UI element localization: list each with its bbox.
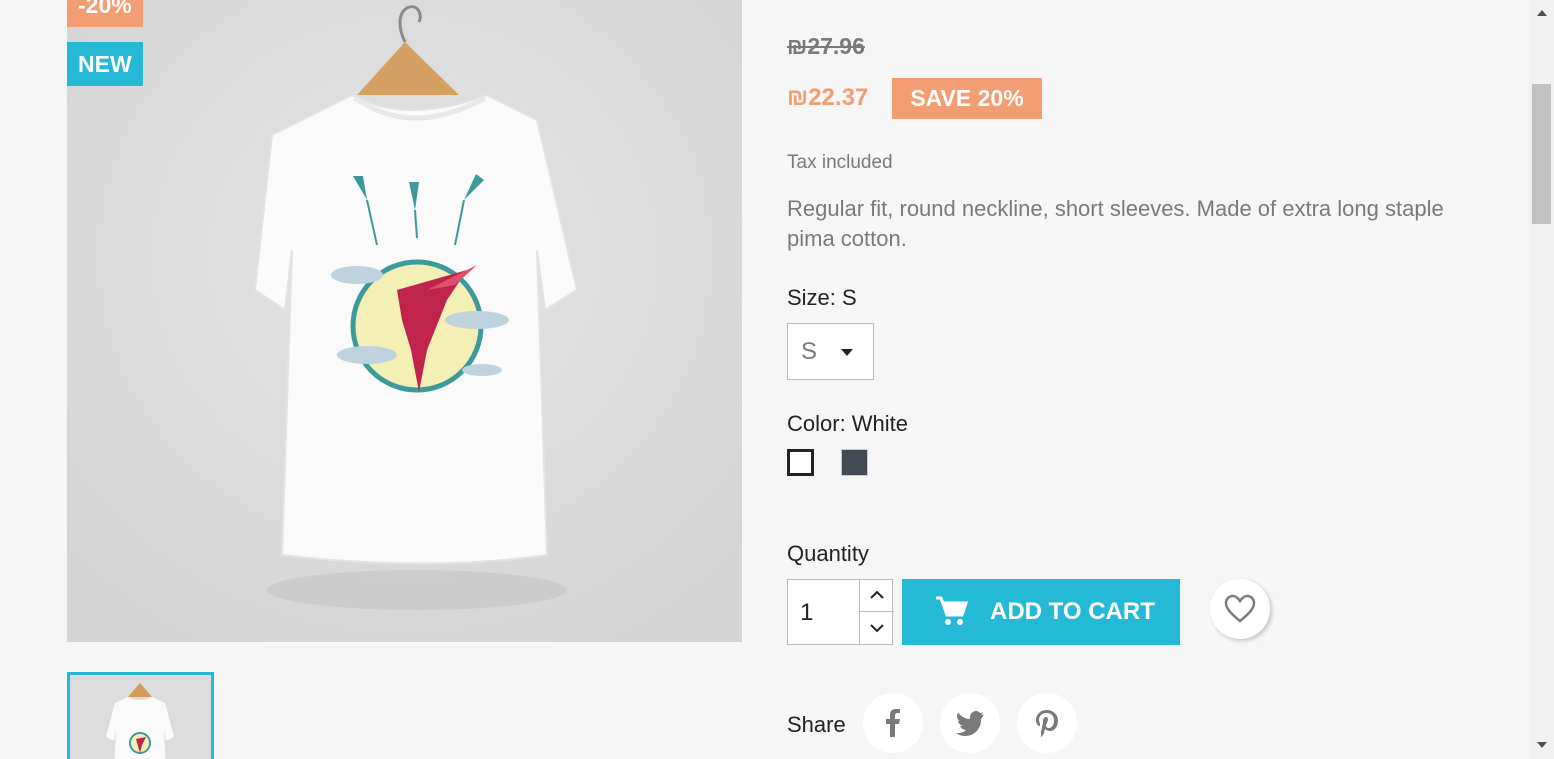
size-select-value: S <box>801 338 818 365</box>
facebook-icon <box>886 709 900 737</box>
size-select[interactable]: S <box>787 323 874 380</box>
shopping-cart-icon <box>936 596 968 625</box>
size-label: Size: S <box>787 285 857 310</box>
quantity-increase-button[interactable] <box>860 579 894 612</box>
share-twitter-button[interactable] <box>940 693 1000 753</box>
scroll-down-arrow-icon[interactable] <box>1537 742 1547 748</box>
color-swatch-white[interactable] <box>787 449 814 476</box>
discount-badge: SAVE 20% <box>892 78 1042 119</box>
quantity-label: Quantity <box>787 541 869 566</box>
add-to-cart-label: ADD TO CART <box>990 598 1155 625</box>
tshirt-thumbnail-image <box>70 675 211 759</box>
color-swatch-grey[interactable] <box>841 449 868 476</box>
quantity-decrease-button[interactable] <box>860 612 894 645</box>
tshirt-image <box>67 0 742 642</box>
heart-icon <box>1224 594 1256 623</box>
share-label: Share <box>787 712 846 737</box>
discount-flag: -20% <box>67 0 143 27</box>
share-pinterest-button[interactable] <box>1017 693 1077 753</box>
page-scrollbar[interactable] <box>1529 0 1554 759</box>
product-thumbnail[interactable] <box>67 672 214 759</box>
quantity-stepper: 1 <box>787 579 894 645</box>
regular-price: ₪27.96 <box>787 33 865 59</box>
twitter-icon <box>956 711 984 736</box>
caret-down-icon <box>841 349 853 356</box>
chevron-up-icon <box>870 590 884 599</box>
quantity-spinner <box>859 579 894 645</box>
quantity-input[interactable]: 1 <box>800 599 813 627</box>
current-price: ₪22.37 <box>787 84 869 111</box>
color-label: Color: White <box>787 411 909 436</box>
new-flag: NEW <box>67 42 143 86</box>
chevron-down-icon <box>870 624 884 633</box>
scrollbar-thumb[interactable] <box>1532 84 1551 224</box>
pinterest-icon <box>1036 710 1058 737</box>
product-cover-image[interactable] <box>67 0 742 642</box>
share-facebook-button[interactable] <box>863 693 923 753</box>
add-to-cart-button[interactable]: ADD TO CART <box>902 579 1180 645</box>
scroll-up-arrow-icon[interactable] <box>1537 10 1547 16</box>
wishlist-button[interactable] <box>1210 579 1270 639</box>
product-description: Regular fit, round neckline, short sleev… <box>787 196 1444 251</box>
tax-note: Tax included <box>787 152 893 173</box>
